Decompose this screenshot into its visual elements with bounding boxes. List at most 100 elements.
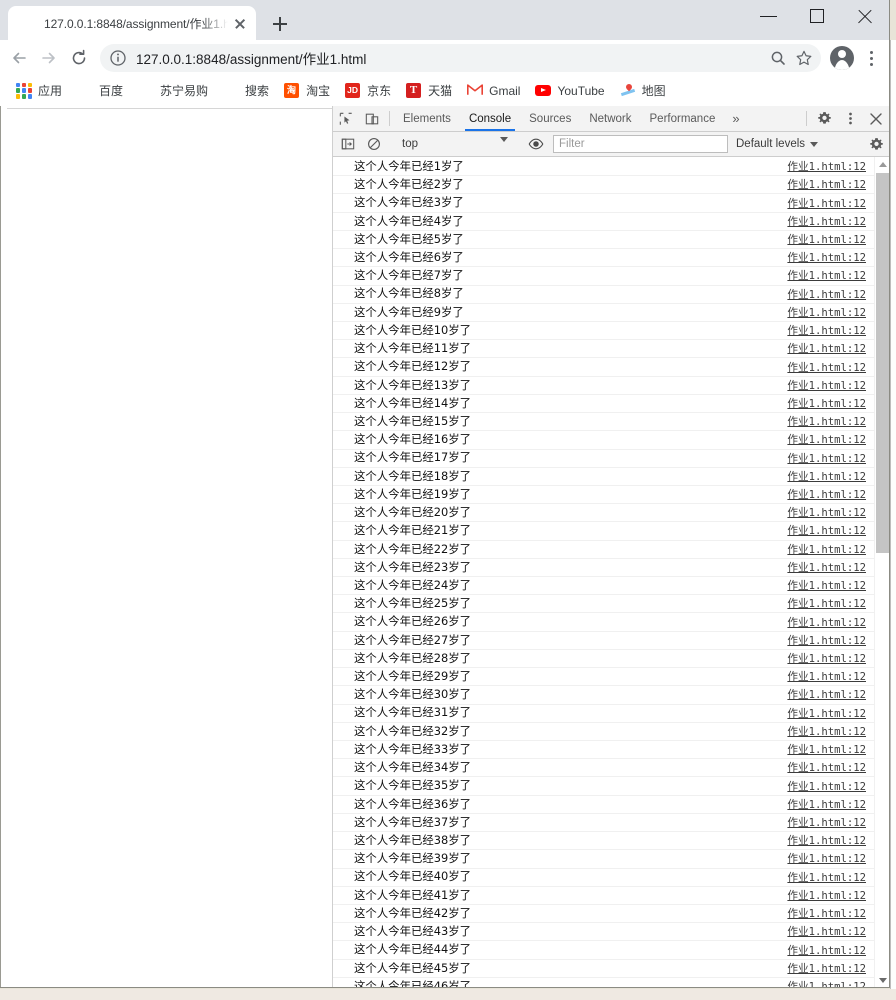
console-source-link[interactable]: 作业1.html:12 [787, 706, 866, 721]
clear-console-icon[interactable] [361, 137, 387, 151]
tab-network[interactable]: Network [580, 106, 640, 131]
console-source-link[interactable]: 作业1.html:12 [787, 833, 866, 848]
console-log-row[interactable]: 这个人今年已经12岁了 作业1.html:12 [333, 358, 874, 377]
reload-icon[interactable] [64, 43, 94, 73]
console-source-link[interactable]: 作业1.html:12 [787, 250, 866, 265]
browser-tab-active[interactable]: 127.0.0.1:8848/assignment/作业1.html [8, 6, 256, 40]
console-source-link[interactable]: 作业1.html:12 [787, 542, 866, 557]
console-source-link[interactable]: 作业1.html:12 [787, 651, 866, 666]
console-log-row[interactable]: 这个人今年已经15岁了 作业1.html:12 [333, 413, 874, 432]
console-log-row[interactable]: 这个人今年已经40岁了 作业1.html:12 [333, 869, 874, 887]
close-icon[interactable] [863, 106, 889, 131]
console-message-list[interactable]: 这个人今年已经1岁了 作业1.html:12 这个人今年已经2岁了 作业1.html:… [333, 157, 889, 987]
console-log-row[interactable]: 这个人今年已经23岁了 作业1.html:12 [333, 559, 874, 578]
console-log-row[interactable]: 这个人今年已经19岁了 作业1.html:12 [333, 486, 874, 505]
console-source-link[interactable]: 作业1.html:12 [787, 268, 866, 283]
console-log-row[interactable]: 这个人今年已经10岁了 作业1.html:12 [333, 322, 874, 341]
console-source-link[interactable]: 作业1.html:12 [787, 924, 866, 939]
console-source-link[interactable]: 作业1.html:12 [787, 451, 866, 466]
console-source-link[interactable]: 作业1.html:12 [787, 177, 866, 192]
console-source-link[interactable]: 作业1.html:12 [787, 232, 866, 247]
console-log-row[interactable]: 这个人今年已经38岁了 作业1.html:12 [333, 832, 874, 851]
console-log-row[interactable]: 这个人今年已经25岁了 作业1.html:12 [333, 595, 874, 614]
execution-context-select[interactable]: top [396, 135, 514, 154]
bookmark-tmall[interactable]: T 天猫 [404, 79, 459, 103]
console-source-link[interactable]: 作业1.html:12 [787, 469, 866, 484]
console-log-row[interactable]: 这个人今年已经20岁了 作业1.html:12 [333, 504, 874, 523]
console-source-link[interactable]: 作业1.html:12 [787, 943, 866, 958]
console-log-row[interactable]: 这个人今年已经3岁了 作业1.html:12 [333, 194, 874, 213]
console-source-link[interactable]: 作业1.html:12 [787, 779, 866, 794]
gear-icon[interactable] [863, 137, 889, 152]
console-log-row[interactable]: 这个人今年已经2岁了 作业1.html:12 [333, 176, 874, 195]
console-source-link[interactable]: 作业1.html:12 [787, 396, 866, 411]
console-log-row[interactable]: 这个人今年已经6岁了 作业1.html:12 [333, 249, 874, 268]
console-source-link[interactable]: 作业1.html:12 [787, 360, 866, 375]
console-log-row[interactable]: 这个人今年已经35岁了 作业1.html:12 [333, 777, 874, 796]
console-log-row[interactable]: 这个人今年已经32岁了 作业1.html:12 [333, 723, 874, 741]
console-source-link[interactable]: 作业1.html:12 [787, 323, 866, 338]
star-icon[interactable] [791, 45, 817, 71]
live-expression-icon[interactable] [523, 137, 549, 151]
console-source-link[interactable]: 作业1.html:12 [787, 414, 866, 429]
console-log-row[interactable]: 这个人今年已经16岁了 作业1.html:12 [333, 431, 874, 450]
console-source-link[interactable]: 作业1.html:12 [787, 633, 866, 648]
show-console-sidebar-icon[interactable] [335, 137, 361, 151]
console-log-row[interactable]: 这个人今年已经11岁了 作业1.html:12 [333, 340, 874, 359]
console-log-row[interactable]: 这个人今年已经36岁了 作业1.html:12 [333, 796, 874, 814]
console-log-row[interactable]: 这个人今年已经30岁了 作业1.html:12 [333, 686, 874, 705]
info-circle-icon[interactable] [108, 48, 128, 68]
console-log-row[interactable]: 这个人今年已经42岁了 作业1.html:12 [333, 905, 874, 924]
device-toolbar-icon[interactable] [359, 106, 385, 131]
close-icon[interactable] [232, 15, 248, 31]
console-log-row[interactable]: 这个人今年已经22岁了 作业1.html:12 [333, 541, 874, 559]
magnifier-icon[interactable] [765, 45, 791, 71]
console-log-row[interactable]: 这个人今年已经45岁了 作业1.html:12 [333, 960, 874, 978]
console-source-link[interactable]: 作业1.html:12 [787, 341, 866, 356]
console-log-row[interactable]: 这个人今年已经39岁了 作业1.html:12 [333, 850, 874, 869]
arrow-left-icon[interactable] [4, 43, 34, 73]
close-window-button[interactable] [841, 0, 889, 32]
console-source-link[interactable]: 作业1.html:12 [787, 214, 866, 229]
bookmark-jd[interactable]: JD 京东 [343, 79, 398, 103]
console-filter-input[interactable]: Filter [553, 135, 728, 153]
avatar[interactable] [830, 46, 854, 70]
console-log-row[interactable]: 这个人今年已经17岁了 作业1.html:12 [333, 450, 874, 468]
console-log-row[interactable]: 这个人今年已经37岁了 作业1.html:12 [333, 814, 874, 833]
three-dots-vertical-icon[interactable] [837, 106, 863, 131]
console-log-row[interactable]: 这个人今年已经4岁了 作业1.html:12 [333, 213, 874, 231]
console-log-row[interactable]: 这个人今年已经29岁了 作业1.html:12 [333, 668, 874, 687]
bookmark-search[interactable]: 搜索 [221, 79, 276, 103]
tab-elements[interactable]: Elements [394, 106, 460, 131]
console-source-link[interactable]: 作业1.html:12 [787, 432, 866, 447]
tab-console[interactable]: Console [460, 106, 520, 131]
console-source-link[interactable]: 作业1.html:12 [787, 487, 866, 502]
console-source-link[interactable]: 作业1.html:12 [787, 906, 866, 921]
address-bar[interactable]: 127.0.0.1:8848/assignment/作业1.html [100, 44, 821, 72]
console-log-row[interactable]: 这个人今年已经41岁了 作业1.html:12 [333, 887, 874, 905]
console-source-link[interactable]: 作业1.html:12 [787, 287, 866, 302]
bookmark-baidu[interactable]: 百度 [75, 79, 130, 103]
console-source-link[interactable]: 作业1.html:12 [787, 870, 866, 885]
bookmark-gmail[interactable]: Gmail [465, 79, 527, 103]
bookmark-youtube[interactable]: YouTube [533, 79, 611, 103]
console-log-row[interactable]: 这个人今年已经28岁了 作业1.html:12 [333, 650, 874, 669]
web-page-viewport[interactable] [1, 106, 333, 987]
console-log-row[interactable]: 这个人今年已经26岁了 作业1.html:12 [333, 613, 874, 632]
console-source-link[interactable]: 作业1.html:12 [787, 687, 866, 702]
console-source-link[interactable]: 作业1.html:12 [787, 505, 866, 520]
chevron-double-right-icon[interactable]: » [724, 106, 747, 131]
console-log-row[interactable]: 这个人今年已经1岁了 作业1.html:12 [333, 158, 874, 177]
arrow-right-icon[interactable] [34, 43, 64, 73]
bookmark-apps[interactable]: 应用 [14, 79, 69, 103]
console-source-link[interactable]: 作业1.html:12 [787, 797, 866, 812]
scroll-up-arrow-icon[interactable] [875, 157, 889, 172]
console-source-link[interactable]: 作业1.html:12 [787, 961, 866, 976]
bookmark-taobao[interactable]: 淘 淘宝 [282, 79, 337, 103]
console-source-link[interactable]: 作业1.html:12 [787, 159, 866, 174]
console-log-row[interactable]: 这个人今年已经46岁了 作业1.html:12 [333, 978, 874, 987]
inspect-cursor-icon[interactable] [333, 106, 359, 131]
tab-performance[interactable]: Performance [641, 106, 725, 131]
console-log-row[interactable]: 这个人今年已经21岁了 作业1.html:12 [333, 522, 874, 541]
gear-icon[interactable] [811, 106, 837, 131]
